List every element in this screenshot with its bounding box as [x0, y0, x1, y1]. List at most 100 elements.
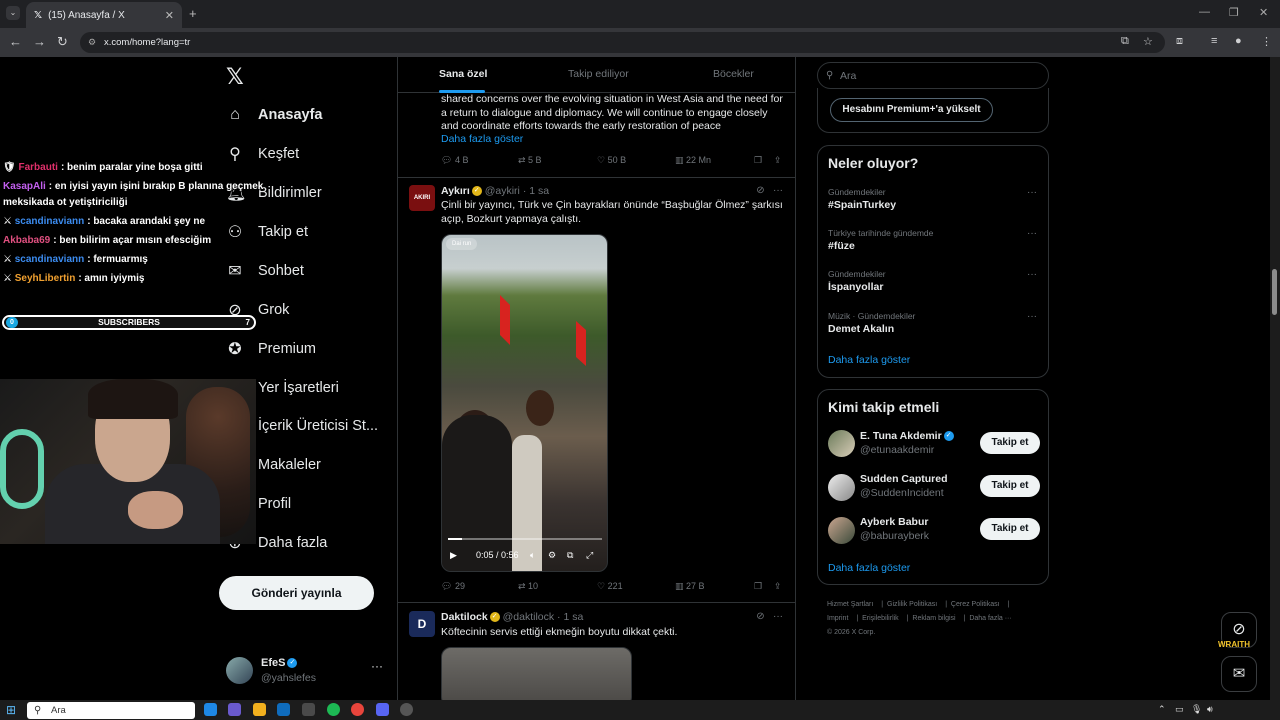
app-icon[interactable] [277, 703, 290, 716]
footer-link[interactable]: Imprint [827, 615, 848, 622]
follow-button[interactable]: Takip et [980, 432, 1040, 454]
repost-button[interactable]: ⇄ 10 [518, 581, 538, 592]
tray-chevron-icon[interactable]: ⌃ [1158, 704, 1166, 715]
address-bar[interactable]: ⚙ x.com/home?lang=tr [80, 32, 1165, 53]
close-window-icon[interactable]: ✕ [1259, 6, 1268, 19]
search-input[interactable]: ⚲ Ara [817, 62, 1049, 89]
more-dots-icon[interactable]: ··· [371, 659, 383, 673]
more-dots-icon[interactable]: ··· [773, 611, 783, 622]
media-icon[interactable]: ≡ [1211, 35, 1217, 47]
footer-link[interactable]: Erişilebilirlik [862, 615, 899, 622]
fullscreen-icon[interactable]: ⤢ [586, 550, 593, 561]
more-dots-icon[interactable]: ··· [1027, 228, 1037, 239]
mic-icon[interactable]: 🎙︎ [1191, 704, 1202, 715]
windows-start-icon[interactable]: ⊞ [6, 703, 16, 717]
like-button[interactable]: ♡ 50 B [597, 155, 626, 166]
volume-icon[interactable]: 🔊︎ [1207, 704, 1213, 715]
discord-icon[interactable] [376, 703, 389, 716]
taskbar-search[interactable]: ⚲ Ara [27, 702, 195, 719]
nav-home[interactable]: ⌂ Anasayfa [226, 102, 322, 128]
footer-link[interactable]: Reklam bilgisi [912, 615, 955, 622]
bookmark-star-icon[interactable]: ☆ [1143, 35, 1153, 48]
follow-button[interactable]: Takip et [980, 518, 1040, 540]
nav-follow[interactable]: ⚇ Takip et [226, 219, 308, 245]
trend-item[interactable]: İspanyollar [828, 281, 883, 293]
spotify-icon[interactable] [327, 703, 340, 716]
tab-bugs[interactable]: Böcekler [713, 68, 754, 80]
nav-premium[interactable]: ✪ Premium [226, 336, 316, 362]
tweet-time[interactable]: · 1 sa [557, 611, 583, 623]
premium-upgrade-button[interactable]: Hesabını Premium+'a yükselt [830, 98, 993, 122]
reply-button[interactable]: 💬︎ 29 [441, 581, 465, 592]
app-icon[interactable] [302, 703, 315, 716]
video-progress[interactable] [448, 538, 602, 540]
user-name[interactable]: Ayberk Babur [860, 516, 928, 528]
author-handle[interactable]: @daktilock [503, 611, 555, 623]
nav-explore[interactable]: ⚲ Keşfet [226, 141, 299, 167]
account-switcher[interactable]: EfeS ✓ @yahslefes ··· [226, 655, 386, 687]
grok-icon[interactable]: ⊘ [756, 185, 764, 196]
more-dots-icon[interactable]: ··· [1027, 187, 1037, 198]
tweet-time[interactable]: · 1 sa [523, 185, 549, 197]
minimize-icon[interactable]: — [1199, 6, 1210, 18]
obs-icon[interactable] [400, 703, 413, 716]
avatar[interactable] [828, 517, 855, 544]
x-logo[interactable]: 𝕏 [226, 64, 244, 90]
views-button[interactable]: ▥ 27 B [675, 581, 705, 592]
browser-menu-icon[interactable]: ⋮ [1261, 35, 1272, 48]
author-name[interactable]: Daktilock [441, 611, 488, 623]
footer-link[interactable]: Hizmet Şartları [827, 601, 873, 608]
post-button[interactable]: Gönderi yayınla [219, 576, 374, 610]
reply-button[interactable]: 💬︎ 4 B [441, 155, 468, 166]
avatar[interactable] [828, 430, 855, 457]
repost-button[interactable]: ⇄ 5 B [518, 155, 542, 166]
bookmark-icon[interactable]: ❒ [754, 155, 762, 166]
browser-tab[interactable]: 𝕏 (15) Anasayfa / X ✕ [26, 2, 182, 28]
extensions-icon[interactable]: ⧈ [1176, 35, 1183, 48]
grok-icon[interactable]: ⊘ [756, 611, 764, 622]
tab-search-icon[interactable]: ⌄ [6, 6, 20, 20]
reload-icon[interactable]: ↻ [57, 34, 68, 50]
maximize-icon[interactable]: ❐ [1229, 6, 1239, 19]
more-dots-icon[interactable]: ··· [773, 185, 783, 196]
page-scrollbar[interactable] [1270, 57, 1280, 700]
app-icon[interactable] [204, 703, 217, 716]
site-info-icon[interactable]: ⚙ [88, 32, 96, 53]
video-player[interactable]: Dai run ▶ 0:05 / 0:56 🔈︎ ⚙ ⧉ ⤢ [441, 234, 608, 572]
pip-icon[interactable]: ⧉ [567, 550, 573, 561]
new-tab-button[interactable]: + [189, 6, 197, 21]
trends-show-more[interactable]: Daha fazla göster [828, 354, 910, 366]
more-dots-icon[interactable]: ··· [1027, 269, 1037, 280]
who-row-name[interactable]: E. Tuna Akdemir ✓ [860, 430, 954, 442]
tray-icon[interactable]: ▭ [1175, 704, 1184, 715]
back-icon[interactable]: ← [9, 34, 22, 49]
tab-for-you[interactable]: Sana özel [439, 68, 487, 80]
volume-icon[interactable]: 🔈︎ [530, 550, 535, 561]
install-app-icon[interactable]: ⧉ [1121, 35, 1129, 48]
play-icon[interactable]: ▶ [450, 550, 457, 561]
show-more-link[interactable]: Daha fazla göster [441, 133, 523, 145]
footer-link[interactable]: Gizlilik Politikası [887, 601, 937, 608]
profile-icon[interactable]: ● [1235, 35, 1242, 47]
avatar[interactable]: AKIRI [409, 185, 435, 211]
tab-following[interactable]: Takip ediliyor [568, 68, 629, 80]
footer-link[interactable]: Daha fazla ··· [969, 615, 1011, 622]
tweet-image[interactable] [441, 647, 632, 700]
trend-item[interactable]: #füze [828, 240, 855, 252]
scrollbar-thumb[interactable] [1272, 269, 1277, 315]
file-explorer-icon[interactable] [253, 703, 266, 716]
share-icon[interactable]: ⇪ [774, 581, 782, 592]
messages-float-button[interactable]: ✉ [1221, 656, 1257, 692]
nav-chat[interactable]: ✉ Sohbet [226, 258, 304, 284]
views-button[interactable]: ▥ 22 Mn [675, 155, 711, 166]
more-dots-icon[interactable]: ··· [1027, 311, 1037, 322]
who-show-more[interactable]: Daha fazla göster [828, 562, 910, 574]
bookmark-icon[interactable]: ❒ [754, 581, 762, 592]
chrome-icon[interactable] [351, 703, 364, 716]
follow-button[interactable]: Takip et [980, 475, 1040, 497]
forward-icon[interactable]: → [33, 34, 46, 49]
trend-item[interactable]: Demet Akalın [828, 323, 894, 335]
user-name[interactable]: Sudden Captured [860, 473, 948, 485]
trend-item[interactable]: #SpainTurkey [828, 199, 896, 211]
settings-icon[interactable]: ⚙ [548, 550, 556, 561]
